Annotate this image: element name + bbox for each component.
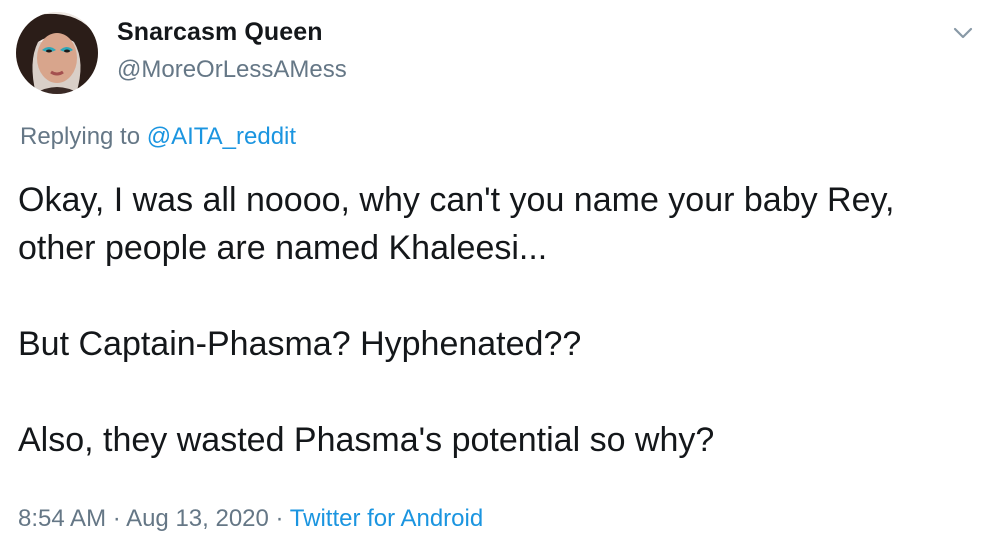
tweet-source-link[interactable]: Twitter for Android: [290, 505, 483, 532]
tweet-text-line: other people are named Khaleesi...: [18, 229, 548, 267]
replying-to-prefix: Replying to: [20, 123, 141, 150]
user-handle[interactable]: @MoreOrLessAMess: [117, 56, 347, 84]
replying-to-mention-link[interactable]: @AITA_reddit: [147, 123, 296, 150]
meta-separator: ·: [112, 505, 121, 532]
avatar[interactable]: [16, 12, 98, 94]
tweet-time[interactable]: 8:54 AM: [18, 505, 106, 532]
display-name[interactable]: Snarcasm Queen: [117, 18, 323, 47]
chevron-down-icon[interactable]: [950, 22, 976, 44]
meta-separator: ·: [275, 505, 284, 532]
user-avatar-photo: [16, 12, 98, 94]
tweet-card: Snarcasm Queen @MoreOrLessAMess Replying…: [0, 0, 1000, 547]
tweet-date[interactable]: Aug 13, 2020: [126, 505, 269, 532]
tweet-text: Okay, I was all noooo, why can't you nam…: [18, 176, 978, 464]
tweet-text-line: Okay, I was all noooo, why can't you nam…: [18, 181, 895, 219]
replying-to-line: Replying to @AITA_reddit: [20, 123, 296, 151]
tweet-text-line: But Captain-Phasma? Hyphenated??: [18, 325, 582, 363]
tweet-metadata: 8:54 AM · Aug 13, 2020 · Twitter for And…: [18, 505, 483, 533]
tweet-text-line: Also, they wasted Phasma's potential so …: [18, 421, 715, 459]
